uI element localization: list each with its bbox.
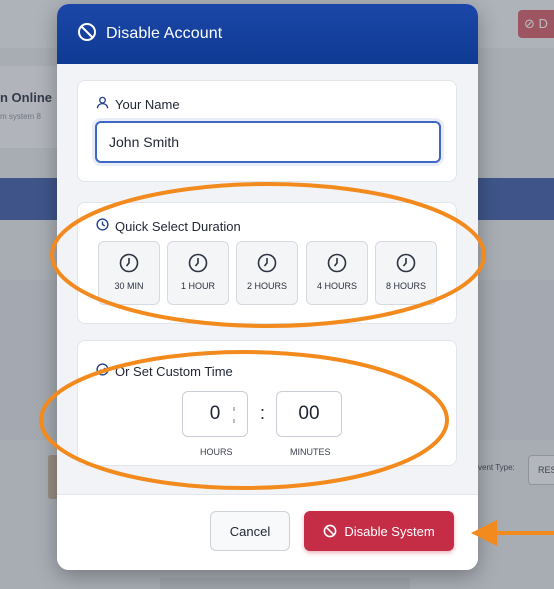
custom-time-inputs: 0 : 00 HOURS MINUTES (182, 391, 342, 461)
hours-input[interactable]: 0 (182, 391, 248, 437)
name-label: Your Name (96, 96, 180, 112)
minutes-value: 00 (298, 403, 320, 424)
duration-1-hour-button[interactable]: 1 HOUR (167, 241, 229, 305)
hours-spinner[interactable] (233, 407, 237, 423)
custom-time-section: Or Set Custom Time 0 : 00 HOURS MINUTES (77, 340, 457, 466)
modal-title: Disable Account (106, 25, 223, 42)
cancel-button-label: Cancel (229, 523, 271, 539)
custom-time-label-text: Or Set Custom Time (115, 363, 233, 379)
disable-account-modal: Disable Account Your Name Quick Select D… (57, 4, 478, 570)
duration-8-hours-button[interactable]: 8 HOURS (375, 241, 437, 305)
minutes-caption: MINUTES (290, 447, 331, 457)
duration-option-label: 8 HOURS (385, 281, 426, 291)
duration-option-label: 4 HOURS (316, 281, 357, 291)
hours-caption: HOURS (200, 447, 233, 457)
modal-header: Disable Account (57, 4, 478, 64)
modal-footer: Cancel Disable System (57, 494, 478, 570)
minutes-input[interactable]: 00 (276, 391, 342, 437)
duration-30-min-button[interactable]: 30 MIN (98, 241, 160, 305)
modal-body: Your Name Quick Select Duration 30 MIN 1… (57, 64, 478, 494)
clock-icon (188, 253, 208, 273)
clock-icon (327, 253, 347, 273)
ban-icon (323, 524, 337, 538)
hours-value: 0 (209, 403, 221, 424)
quick-duration-section: Quick Select Duration 30 MIN 1 HOUR 2 HO… (77, 202, 457, 324)
ban-icon (77, 22, 97, 47)
user-icon (96, 96, 115, 112)
cancel-button[interactable]: Cancel (210, 511, 290, 551)
time-separator: : (260, 403, 266, 423)
custom-time-label: Or Set Custom Time (96, 363, 233, 379)
clock-icon (396, 253, 416, 273)
check-circle-icon (96, 363, 115, 379)
duration-4-hours-button[interactable]: 4 HOURS (306, 241, 368, 305)
disable-system-button-label: Disable System (344, 523, 435, 539)
name-label-text: Your Name (115, 96, 180, 112)
name-input[interactable] (95, 121, 441, 163)
clock-icon (96, 218, 115, 234)
clock-icon (257, 253, 277, 273)
clock-icon (119, 253, 139, 273)
duration-2-hours-button[interactable]: 2 HOURS (236, 241, 298, 305)
duration-option-label: 30 MIN (114, 281, 144, 291)
duration-option-label: 1 HOUR (180, 281, 215, 291)
duration-option-label: 2 HOURS (246, 281, 287, 291)
disable-system-button[interactable]: Disable System (304, 511, 454, 551)
duration-options: 30 MIN 1 HOUR 2 HOURS 4 HOURS 8 HOURS (98, 241, 438, 305)
quick-duration-label-text: Quick Select Duration (115, 218, 241, 234)
name-section: Your Name (77, 80, 457, 182)
quick-duration-label: Quick Select Duration (96, 218, 241, 234)
